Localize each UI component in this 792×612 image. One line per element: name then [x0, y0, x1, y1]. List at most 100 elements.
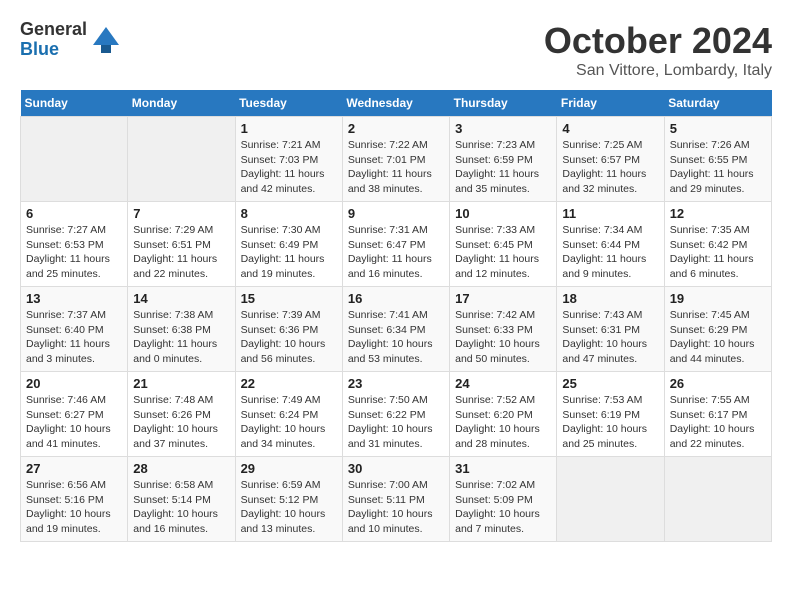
day-info: Sunrise: 7:23 AMSunset: 6:59 PMDaylight:…	[455, 138, 551, 197]
day-info: Sunrise: 7:45 AMSunset: 6:29 PMDaylight:…	[670, 308, 766, 367]
day-number: 20	[26, 376, 122, 391]
day-info: Sunrise: 7:55 AMSunset: 6:17 PMDaylight:…	[670, 393, 766, 452]
day-number: 14	[133, 291, 229, 306]
day-number: 2	[348, 121, 444, 136]
calendar-cell: 15Sunrise: 7:39 AMSunset: 6:36 PMDayligh…	[235, 287, 342, 372]
day-info: Sunrise: 7:26 AMSunset: 6:55 PMDaylight:…	[670, 138, 766, 197]
location: San Vittore, Lombardy, Italy	[544, 62, 772, 80]
logo-icon	[91, 25, 121, 55]
calendar-cell	[21, 117, 128, 202]
day-number: 21	[133, 376, 229, 391]
day-info: Sunrise: 6:59 AMSunset: 5:12 PMDaylight:…	[241, 478, 337, 537]
day-number: 8	[241, 206, 337, 221]
calendar-cell: 26 Sunrise: 7:55 AMSunset: 6:17 PMDayligh…	[664, 372, 771, 457]
day-info: Sunrise: 7:41 AMSunset: 6:34 PMDaylight:…	[348, 308, 444, 367]
calendar-table: SundayMondayTuesdayWednesdayThursdayFrid…	[20, 90, 772, 542]
day-info: Sunrise: 7:22 AMSunset: 7:01 PMDaylight:…	[348, 138, 444, 197]
day-info: Sunrise: 7:25 AMSunset: 6:57 PMDaylight:…	[562, 138, 658, 197]
day-info: Sunrise: 7:38 AMSunset: 6:38 PMDaylight:…	[133, 308, 229, 367]
header-row: SundayMondayTuesdayWednesdayThursdayFrid…	[21, 90, 772, 117]
day-info: Sunrise: 7:34 AMSunset: 6:44 PMDaylight:…	[562, 223, 658, 282]
logo-general: General	[20, 20, 87, 40]
day-number: 27	[26, 461, 122, 476]
day-number: 3	[455, 121, 551, 136]
day-info: Sunrise: 7:02 AMSunset: 5:09 PMDaylight:…	[455, 478, 551, 537]
day-info: Sunrise: 6:58 AMSunset: 5:14 PMDaylight:…	[133, 478, 229, 537]
calendar-cell: 20Sunrise: 7:46 AMSunset: 6:27 PMDayligh…	[21, 372, 128, 457]
header-thursday: Thursday	[450, 90, 557, 117]
week-row-2: 6 Sunrise: 7:27 AMSunset: 6:53 PMDaylight…	[21, 202, 772, 287]
calendar-cell: 8Sunrise: 7:30 AMSunset: 6:49 PMDaylight…	[235, 202, 342, 287]
header-monday: Monday	[128, 90, 235, 117]
calendar-cell: 1 Sunrise: 7:21 AMSunset: 7:03 PMDaylight…	[235, 117, 342, 202]
calendar-cell	[557, 457, 664, 542]
day-info: Sunrise: 7:52 AMSunset: 6:20 PMDaylight:…	[455, 393, 551, 452]
header-wednesday: Wednesday	[342, 90, 449, 117]
day-info: Sunrise: 7:43 AMSunset: 6:31 PMDaylight:…	[562, 308, 658, 367]
calendar-cell: 23Sunrise: 7:50 AMSunset: 6:22 PMDayligh…	[342, 372, 449, 457]
header-saturday: Saturday	[664, 90, 771, 117]
day-info: Sunrise: 7:27 AMSunset: 6:53 PMDaylight:…	[26, 223, 122, 282]
day-info: Sunrise: 7:42 AMSunset: 6:33 PMDaylight:…	[455, 308, 551, 367]
calendar-cell: 5Sunrise: 7:26 AMSunset: 6:55 PMDaylight…	[664, 117, 771, 202]
calendar-cell: 18 Sunrise: 7:43 AMSunset: 6:31 PMDayligh…	[557, 287, 664, 372]
day-number: 26	[670, 376, 766, 391]
day-number: 9	[348, 206, 444, 221]
logo-blue: Blue	[20, 40, 87, 60]
month-title: October 2024	[544, 20, 772, 62]
calendar-cell: 24 Sunrise: 7:52 AMSunset: 6:20 PMDayligh…	[450, 372, 557, 457]
day-info: Sunrise: 7:33 AMSunset: 6:45 PMDaylight:…	[455, 223, 551, 282]
calendar-cell: 21 Sunrise: 7:48 AMSunset: 6:26 PMDayligh…	[128, 372, 235, 457]
calendar-cell: 16 Sunrise: 7:41 AMSunset: 6:34 PMDayligh…	[342, 287, 449, 372]
title-section: October 2024 San Vittore, Lombardy, Ital…	[544, 20, 772, 80]
calendar-cell: 14 Sunrise: 7:38 AMSunset: 6:38 PMDayligh…	[128, 287, 235, 372]
day-number: 16	[348, 291, 444, 306]
day-number: 19	[670, 291, 766, 306]
calendar-cell: 11Sunrise: 7:34 AMSunset: 6:44 PMDayligh…	[557, 202, 664, 287]
logo: General Blue	[20, 20, 121, 60]
header-tuesday: Tuesday	[235, 90, 342, 117]
day-number: 24	[455, 376, 551, 391]
day-number: 15	[241, 291, 337, 306]
calendar-cell: 3 Sunrise: 7:23 AMSunset: 6:59 PMDaylight…	[450, 117, 557, 202]
day-info: Sunrise: 7:37 AMSunset: 6:40 PMDaylight:…	[26, 308, 122, 367]
week-row-1: 1 Sunrise: 7:21 AMSunset: 7:03 PMDaylight…	[21, 117, 772, 202]
day-number: 6	[26, 206, 122, 221]
calendar-cell: 31 Sunrise: 7:02 AMSunset: 5:09 PMDayligh…	[450, 457, 557, 542]
calendar-cell	[128, 117, 235, 202]
day-info: Sunrise: 7:48 AMSunset: 6:26 PMDaylight:…	[133, 393, 229, 452]
day-number: 25	[562, 376, 658, 391]
day-info: Sunrise: 7:21 AMSunset: 7:03 PMDaylight:…	[241, 138, 337, 197]
page-header: General Blue October 2024 San Vittore, L…	[20, 20, 772, 80]
day-number: 30	[348, 461, 444, 476]
day-info: Sunrise: 7:29 AMSunset: 6:51 PMDaylight:…	[133, 223, 229, 282]
week-row-4: 20Sunrise: 7:46 AMSunset: 6:27 PMDayligh…	[21, 372, 772, 457]
calendar-cell: 25Sunrise: 7:53 AMSunset: 6:19 PMDayligh…	[557, 372, 664, 457]
day-number: 7	[133, 206, 229, 221]
day-number: 1	[241, 121, 337, 136]
week-row-3: 13 Sunrise: 7:37 AMSunset: 6:40 PMDayligh…	[21, 287, 772, 372]
day-number: 29	[241, 461, 337, 476]
week-row-5: 27 Sunrise: 6:56 AMSunset: 5:16 PMDayligh…	[21, 457, 772, 542]
calendar-cell: 10Sunrise: 7:33 AMSunset: 6:45 PMDayligh…	[450, 202, 557, 287]
day-number: 13	[26, 291, 122, 306]
calendar-cell: 7 Sunrise: 7:29 AMSunset: 6:51 PMDaylight…	[128, 202, 235, 287]
day-number: 4	[562, 121, 658, 136]
calendar-cell: 4 Sunrise: 7:25 AMSunset: 6:57 PMDaylight…	[557, 117, 664, 202]
day-number: 12	[670, 206, 766, 221]
calendar-cell: 6 Sunrise: 7:27 AMSunset: 6:53 PMDaylight…	[21, 202, 128, 287]
day-info: Sunrise: 6:56 AMSunset: 5:16 PMDaylight:…	[26, 478, 122, 537]
day-number: 18	[562, 291, 658, 306]
calendar-cell: 29 Sunrise: 6:59 AMSunset: 5:12 PMDayligh…	[235, 457, 342, 542]
day-info: Sunrise: 7:35 AMSunset: 6:42 PMDaylight:…	[670, 223, 766, 282]
day-number: 28	[133, 461, 229, 476]
calendar-cell: 30 Sunrise: 7:00 AMSunset: 5:11 PMDayligh…	[342, 457, 449, 542]
day-number: 17	[455, 291, 551, 306]
calendar-cell	[664, 457, 771, 542]
day-info: Sunrise: 7:00 AMSunset: 5:11 PMDaylight:…	[348, 478, 444, 537]
calendar-cell: 22Sunrise: 7:49 AMSunset: 6:24 PMDayligh…	[235, 372, 342, 457]
calendar-cell: 9Sunrise: 7:31 AMSunset: 6:47 PMDaylight…	[342, 202, 449, 287]
day-info: Sunrise: 7:49 AMSunset: 6:24 PMDaylight:…	[241, 393, 337, 452]
day-number: 23	[348, 376, 444, 391]
day-number: 31	[455, 461, 551, 476]
